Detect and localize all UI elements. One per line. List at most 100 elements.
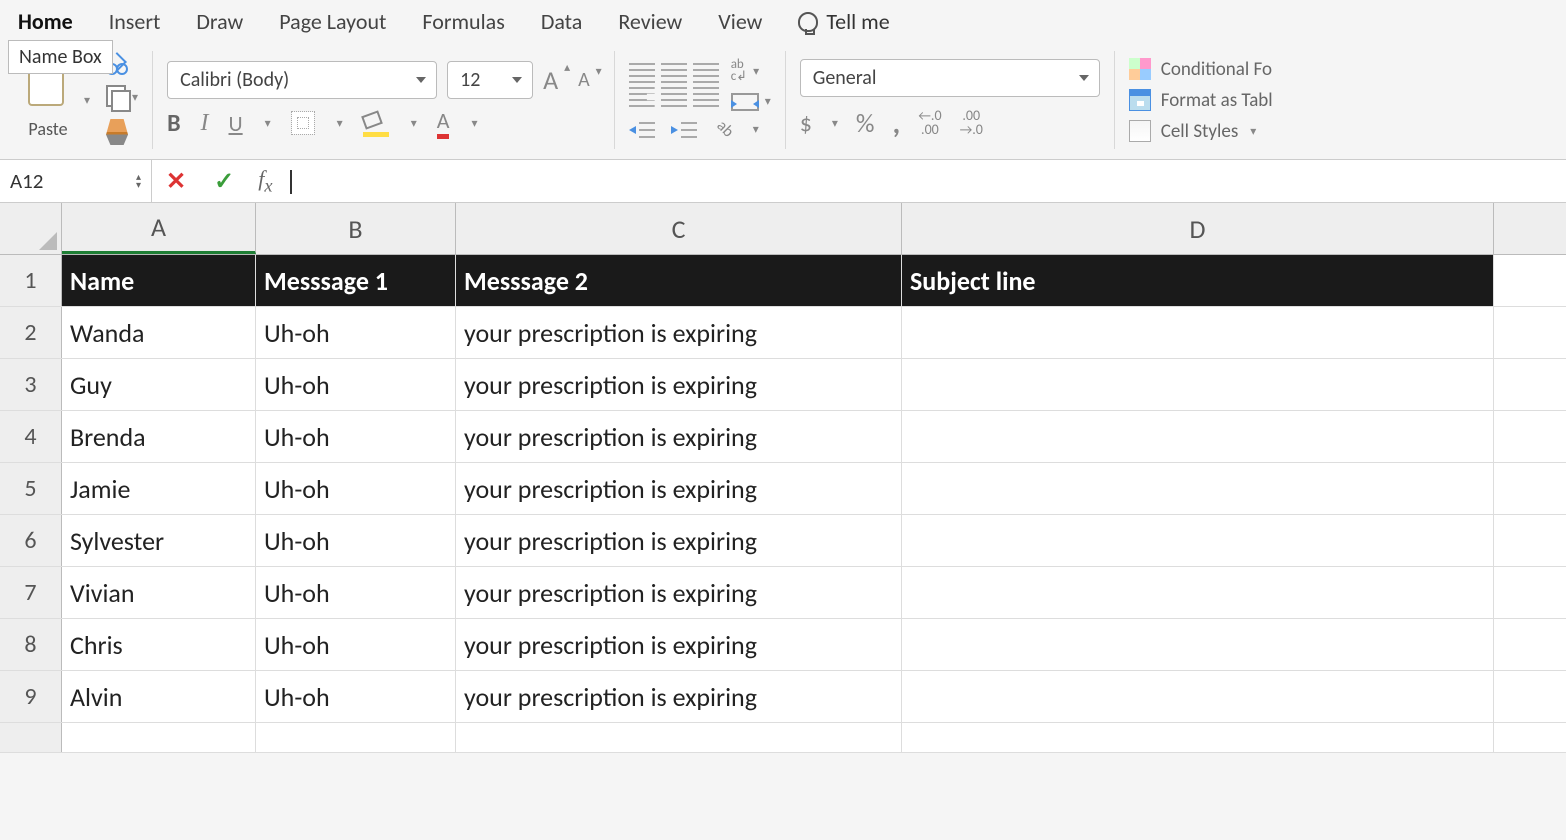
orientation-dropdown-icon[interactable]: ▾	[753, 122, 759, 137]
cell[interactable]	[902, 619, 1494, 670]
italic-button[interactable]: I	[201, 110, 209, 137]
cell[interactable]	[902, 359, 1494, 410]
row-header[interactable]: 7	[0, 567, 62, 618]
column-header[interactable]: C	[456, 203, 902, 254]
decrease-font-icon[interactable]: A▾	[578, 68, 600, 92]
cell[interactable]: your prescription is expiring	[456, 619, 902, 670]
cell[interactable]: Guy	[62, 359, 256, 410]
cell[interactable]: your prescription is expiring	[456, 515, 902, 566]
cell[interactable]: Wanda	[62, 307, 256, 358]
cell[interactable]: your prescription is expiring	[456, 307, 902, 358]
format-painter-icon[interactable]	[106, 119, 128, 145]
cancel-icon[interactable]: ✕	[152, 167, 200, 196]
select-all-corner[interactable]	[0, 203, 62, 254]
currency-dropdown-icon[interactable]: ▾	[832, 116, 838, 131]
cell[interactable]: Uh-oh	[256, 671, 456, 722]
tab-formulas[interactable]: Formulas	[422, 8, 504, 35]
cell[interactable]: Subject line	[902, 255, 1494, 306]
underline-button[interactable]: U	[229, 110, 243, 137]
cell[interactable]: your prescription is expiring	[456, 411, 902, 462]
cell-styles-button[interactable]: Cell Styles ▾	[1129, 120, 1273, 143]
decrease-indent-icon[interactable]	[629, 120, 655, 140]
cell[interactable]: Messsage 2	[456, 255, 902, 306]
font-color-dropdown-icon[interactable]: ▾	[471, 116, 477, 131]
cell[interactable]: Vivian	[62, 567, 256, 618]
cell[interactable]: Uh-oh	[256, 307, 456, 358]
wrap-text-icon[interactable]: abc↲	[731, 59, 747, 82]
fx-icon[interactable]: fx	[248, 166, 282, 196]
row-header[interactable]: 2	[0, 307, 62, 358]
cell[interactable]	[902, 515, 1494, 566]
column-header[interactable]: B	[256, 203, 456, 254]
currency-icon[interactable]: $	[800, 109, 812, 138]
tab-insert[interactable]: Insert	[109, 8, 161, 35]
cell[interactable]: Alvin	[62, 671, 256, 722]
percent-icon[interactable]: %	[856, 107, 875, 139]
paste-dropdown-icon[interactable]: ▾	[84, 93, 90, 108]
cell[interactable]: Uh-oh	[256, 463, 456, 514]
row-header[interactable]: 1	[0, 255, 62, 306]
row-header[interactable]: 9	[0, 671, 62, 722]
cell[interactable]	[902, 307, 1494, 358]
cell[interactable]	[902, 411, 1494, 462]
cell[interactable]: Messsage 1	[256, 255, 456, 306]
row-header[interactable]: 3	[0, 359, 62, 410]
font-family-select[interactable]: Calibri (Body)	[167, 61, 437, 99]
comma-style-icon[interactable]: ,	[893, 105, 901, 142]
cell[interactable]	[256, 723, 456, 752]
row-header[interactable]: 4	[0, 411, 62, 462]
row-header[interactable]: 6	[0, 515, 62, 566]
cell[interactable]	[62, 723, 256, 752]
borders-icon[interactable]	[291, 111, 315, 135]
font-size-select[interactable]: 12	[447, 61, 533, 99]
format-as-table-button[interactable]: Format as Tabl	[1129, 89, 1273, 112]
cell[interactable]: Uh-oh	[256, 619, 456, 670]
cell[interactable]: your prescription is expiring	[456, 671, 902, 722]
font-color-icon[interactable]: A	[437, 107, 450, 139]
cell[interactable]: Jamie	[62, 463, 256, 514]
tell-me-search[interactable]: Tell me	[798, 8, 889, 35]
name-box-stepper-icon[interactable]: ▴▾	[136, 173, 141, 189]
increase-font-icon[interactable]: A▴	[543, 64, 568, 96]
tab-view[interactable]: View	[718, 8, 762, 35]
cell[interactable]: Brenda	[62, 411, 256, 462]
align-right-icon[interactable]	[693, 87, 719, 107]
align-bottom-icon[interactable]	[693, 63, 719, 83]
copy-icon[interactable]	[106, 85, 128, 109]
cell[interactable]: your prescription is expiring	[456, 567, 902, 618]
merge-cells-icon[interactable]	[731, 93, 759, 111]
increase-indent-icon[interactable]	[671, 120, 697, 140]
copy-dropdown-icon[interactable]: ▾	[132, 90, 138, 105]
orientation-icon[interactable]: ab	[708, 114, 739, 145]
decrease-decimal-icon[interactable]: .00→.0	[960, 109, 983, 137]
cell[interactable]: Name	[62, 255, 256, 306]
increase-decimal-icon[interactable]: ←.0.00	[918, 109, 941, 137]
cell[interactable]: Uh-oh	[256, 567, 456, 618]
borders-dropdown-icon[interactable]: ▾	[337, 116, 343, 131]
cell[interactable]: Sylvester	[62, 515, 256, 566]
cell[interactable]	[456, 723, 902, 752]
cell[interactable]: Uh-oh	[256, 411, 456, 462]
column-header[interactable]: A	[62, 203, 256, 254]
cell[interactable]: Uh-oh	[256, 515, 456, 566]
conditional-formatting-button[interactable]: Conditional Fo	[1129, 58, 1273, 81]
tab-draw[interactable]: Draw	[196, 8, 243, 35]
tab-home[interactable]: Home	[18, 8, 73, 35]
fill-color-icon[interactable]	[363, 113, 389, 133]
align-center-icon[interactable]	[661, 87, 687, 107]
underline-dropdown-icon[interactable]: ▾	[265, 116, 271, 131]
accept-icon[interactable]: ✓	[200, 167, 248, 196]
tab-data[interactable]: Data	[541, 8, 583, 35]
tab-page-layout[interactable]: Page Layout	[279, 8, 386, 35]
cell[interactable]: your prescription is expiring	[456, 359, 902, 410]
bold-button[interactable]: B	[167, 109, 180, 138]
align-left-icon[interactable]	[629, 87, 655, 107]
cell[interactable]: Chris	[62, 619, 256, 670]
cell[interactable]: your prescription is expiring	[456, 463, 902, 514]
formula-input[interactable]	[282, 160, 1566, 201]
cell[interactable]	[902, 463, 1494, 514]
wrap-dropdown-icon[interactable]: ▾	[753, 64, 759, 79]
name-box[interactable]: A12 ▴▾	[0, 160, 152, 202]
tab-review[interactable]: Review	[618, 8, 682, 35]
cell[interactable]	[902, 723, 1494, 752]
